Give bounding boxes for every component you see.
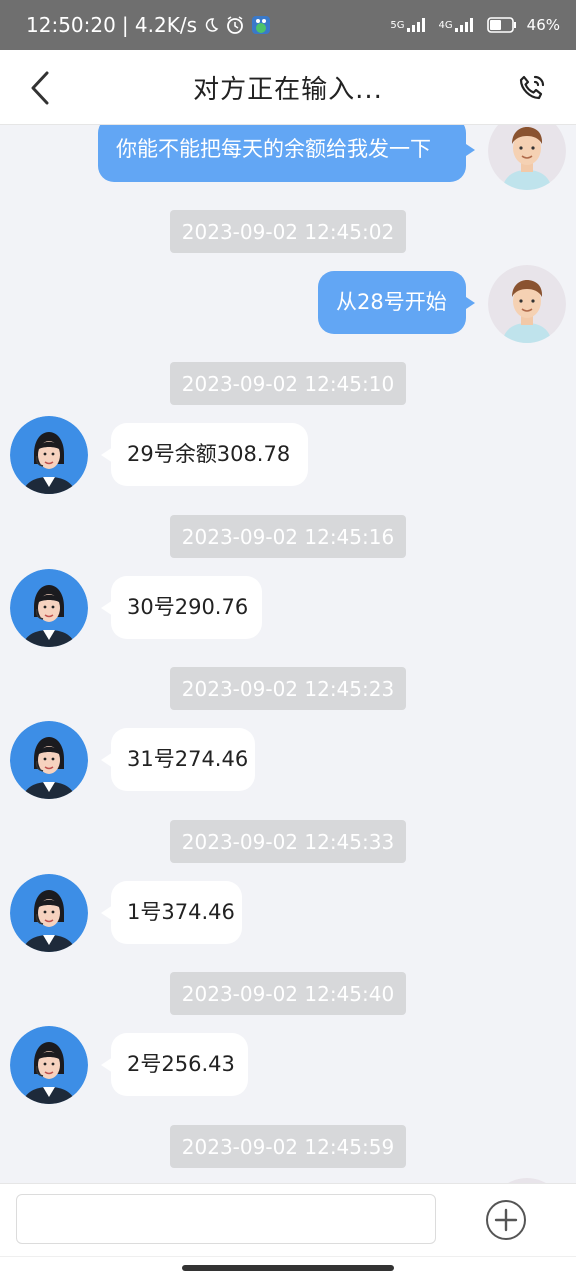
sent-message-bubble[interactable]: 你能不能把每天的余额给我发一下	[98, 125, 475, 182]
home-indicator[interactable]	[182, 1265, 394, 1271]
message-input-bar	[0, 1183, 576, 1280]
user-avatar[interactable]	[488, 125, 566, 190]
message-text: 2号256.43	[127, 1052, 235, 1076]
agent-avatar[interactable]	[10, 874, 88, 952]
timestamp-divider: 2023-09-02 12:45:23	[170, 667, 406, 710]
chat-message-list[interactable]: 你能不能把每天的余额给我发一下 2023-09-02 12:45:02 从28号…	[0, 125, 576, 1183]
phone-call-icon	[519, 75, 545, 100]
agent-avatar[interactable]	[10, 1026, 88, 1104]
battery-icon	[486, 17, 517, 33]
agent-avatar[interactable]	[10, 721, 88, 799]
message-text: 1号374.46	[127, 900, 235, 924]
agent-avatar[interactable]	[10, 416, 88, 494]
timestamp-text: 2023-09-02 12:45:40	[181, 981, 395, 1006]
timestamp-text: 2023-09-02 12:45:23	[181, 676, 395, 701]
app-notification-icon	[251, 15, 271, 35]
chevron-left-icon	[31, 71, 49, 105]
message-text: 31号274.46	[127, 747, 249, 771]
timestamp-text: 2023-09-02 12:45:59	[181, 1134, 395, 1159]
back-button[interactable]	[22, 68, 58, 108]
agent-avatar-icon	[10, 874, 88, 952]
status-speed: | 4.2K/s	[121, 13, 198, 37]
timestamp-text: 2023-09-02 12:45:16	[181, 524, 395, 549]
nav-divider	[0, 1256, 576, 1257]
message-input[interactable]	[16, 1194, 436, 1244]
alarm-icon	[225, 15, 245, 35]
timestamp-divider: 2023-09-02 12:45:33	[170, 820, 406, 863]
male-avatar-icon	[488, 265, 566, 343]
signal-4g-icon: 4G	[439, 18, 477, 32]
user-avatar[interactable]	[488, 265, 566, 343]
timestamp-text: 2023-09-02 12:45:33	[181, 829, 395, 854]
call-button[interactable]	[514, 70, 550, 106]
chat-header: 对方正在输入...	[0, 50, 576, 125]
timestamp-divider: 2023-09-02 12:45:10	[170, 362, 406, 405]
signal-5g-icon: 5G	[390, 18, 428, 32]
plus-circle-icon	[486, 1200, 526, 1240]
chat-title: 对方正在输入...	[193, 74, 383, 105]
message-text: 你能不能把每天的余额给我发一下	[116, 137, 431, 161]
message-text: 30号290.76	[127, 595, 249, 619]
received-message-bubble[interactable]: 30号290.76	[101, 576, 262, 639]
received-message-bubble[interactable]: 1号374.46	[101, 881, 242, 944]
agent-avatar-icon	[10, 1026, 88, 1104]
add-attachment-button[interactable]	[485, 1199, 527, 1241]
status-bar: 12:50:20 | 4.2K/s 5G 4G 46%	[0, 0, 576, 50]
timestamp-divider: 2023-09-02 12:45:40	[170, 972, 406, 1015]
message-text: 从28号开始	[336, 290, 447, 314]
timestamp-divider: 2023-09-02 12:45:16	[170, 515, 406, 558]
timestamp-divider: 2023-09-02 12:45:02	[170, 210, 406, 253]
agent-avatar-icon	[10, 569, 88, 647]
agent-avatar-icon	[10, 721, 88, 799]
battery-percent: 46%	[526, 16, 560, 34]
received-message-bubble[interactable]: 2号256.43	[101, 1033, 248, 1096]
network-5g-label: 5G	[390, 19, 405, 31]
moon-icon	[203, 17, 219, 33]
received-message-bubble[interactable]: 31号274.46	[101, 728, 255, 791]
agent-avatar-icon	[10, 416, 88, 494]
timestamp-text: 2023-09-02 12:45:02	[181, 219, 395, 244]
timestamp-text: 2023-09-02 12:45:10	[181, 371, 395, 396]
message-text: 29号余额308.78	[127, 442, 291, 466]
timestamp-divider: 2023-09-02 12:45:59	[170, 1125, 406, 1168]
network-4g-label: 4G	[438, 19, 453, 31]
male-avatar-icon	[488, 125, 566, 190]
agent-avatar[interactable]	[10, 569, 88, 647]
received-message-bubble[interactable]: 29号余额308.78	[101, 423, 308, 486]
status-time: 12:50:20	[26, 13, 116, 37]
sent-message-bubble[interactable]: 从28号开始	[318, 271, 475, 334]
